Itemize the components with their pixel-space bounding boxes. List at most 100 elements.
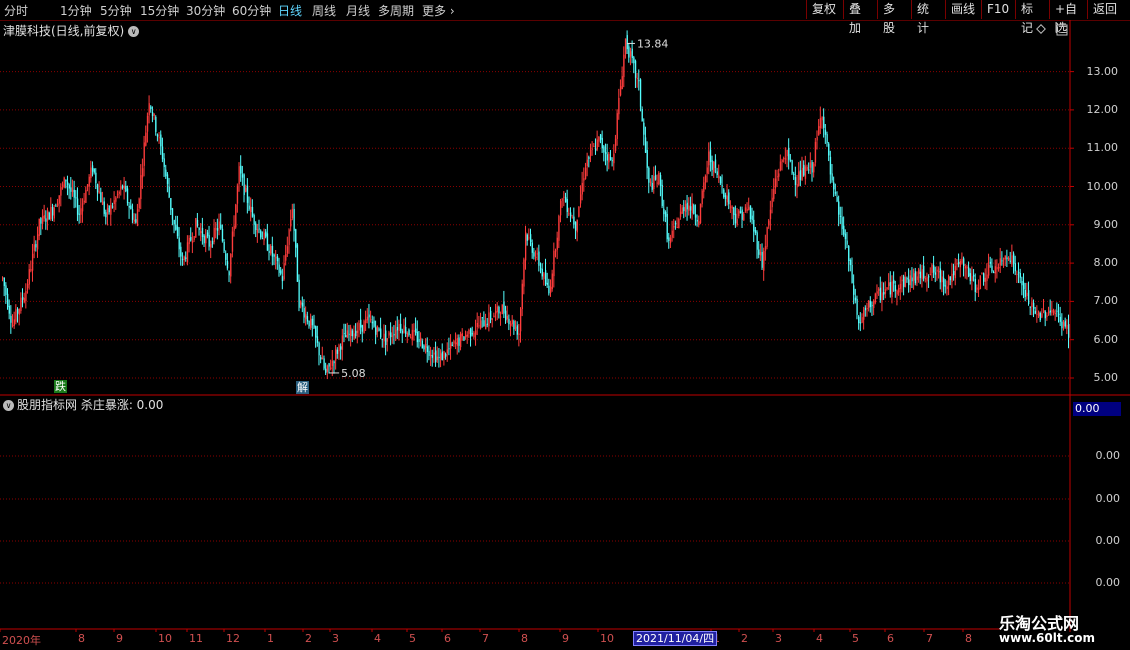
candle-body (596, 139, 598, 150)
tab-multi-period[interactable]: 多周期 (378, 2, 414, 19)
date-axis-label: 5 (852, 632, 859, 645)
candle-body (726, 195, 728, 203)
candle-body (495, 311, 497, 314)
chevron-down-icon[interactable]: ∨ (3, 400, 14, 411)
draw-line-button[interactable]: 画线 (945, 0, 981, 19)
candle-body (1013, 253, 1015, 264)
candle-body (185, 257, 187, 260)
candle-body (313, 325, 315, 328)
candle-body (1041, 313, 1043, 318)
candle-body (684, 203, 687, 212)
candle-body (471, 333, 474, 335)
back-button[interactable]: 返回 (1087, 0, 1123, 19)
candle-body (728, 192, 730, 205)
tab-weekly[interactable]: 周线 (312, 2, 336, 19)
candle-body (356, 330, 359, 333)
mark-button[interactable]: 标记 (1015, 0, 1049, 35)
candle-body (421, 340, 424, 349)
candle-body (93, 168, 95, 173)
candle-body (448, 348, 450, 350)
candle-body (973, 274, 975, 277)
candle-body (609, 157, 612, 161)
candle-body (263, 232, 265, 241)
candle-body (383, 333, 385, 342)
candle-body (235, 204, 237, 228)
candle-body (971, 276, 973, 281)
candle-body (463, 336, 465, 341)
candle-body (1006, 257, 1008, 260)
candle-body (206, 232, 209, 237)
candle-body (161, 146, 164, 160)
indicator-title[interactable]: ∨ 股朋指标网 杀庄暴涨: 0.00 (3, 396, 163, 413)
add-watchlist-button[interactable]: +自选 (1049, 0, 1087, 35)
candle-body (296, 244, 299, 282)
layout-icon (1056, 24, 1068, 36)
candle-body (220, 224, 222, 229)
candle-body (879, 287, 882, 301)
candle-body (341, 335, 344, 350)
tab-daily[interactable]: 日线 (278, 2, 302, 19)
statistics-button[interactable]: 统计 (911, 0, 945, 35)
f10-button[interactable]: F10 (981, 0, 1015, 19)
tab-monthly[interactable]: 月线 (346, 2, 370, 19)
period-toolbar: 分时 1分钟 5分钟 15分钟 30分钟 60分钟 日线 周线 月线 多周期 更… (0, 0, 1130, 35)
candle-body (791, 160, 793, 174)
tab-30min[interactable]: 30分钟 (186, 2, 225, 19)
candle-body (896, 290, 898, 295)
candle-body (266, 233, 269, 251)
candle-body (16, 308, 19, 314)
tab-5min[interactable]: 5分钟 (100, 2, 132, 19)
candle-body (779, 161, 782, 171)
price-axis-label: 12.00 (1086, 102, 1119, 116)
candle-body (283, 263, 285, 280)
candle-body (926, 277, 928, 282)
tab-60min[interactable]: 60分钟 (232, 2, 271, 19)
candle-body (953, 270, 955, 276)
candle-body (541, 268, 543, 277)
candle-body (1016, 273, 1018, 275)
candle-body (18, 309, 20, 315)
candle-body (378, 328, 380, 331)
tab-15min[interactable]: 15分钟 (140, 2, 179, 19)
candle-body (460, 333, 462, 348)
candle-body (696, 219, 698, 222)
candle-body (293, 209, 295, 231)
tab-more[interactable]: 更多 › (422, 2, 455, 19)
tab-intraday[interactable]: 分时 (4, 2, 28, 19)
candle-body (1059, 316, 1061, 322)
candle-body (198, 228, 200, 230)
rights-adjust-button[interactable]: 复权 (806, 0, 843, 19)
candle-body (380, 328, 382, 338)
candle-body (1036, 313, 1038, 315)
price-axis-label: 10.00 (1086, 179, 1119, 193)
overlay-button[interactable]: 叠加 (843, 0, 877, 35)
chevron-down-icon[interactable]: ∨ (128, 26, 140, 37)
candle-body (869, 300, 872, 307)
kline-chart[interactable]: 13.84 5.08 (0, 20, 1130, 632)
main-chart-title[interactable]: 津膜科技(日线,前复权) ∨ (3, 22, 140, 39)
candle-body (956, 263, 958, 265)
candle-body (643, 122, 645, 135)
candle-body (618, 97, 620, 115)
candle-body (889, 282, 892, 295)
tab-1min[interactable]: 1分钟 (60, 2, 92, 19)
candle-body (201, 228, 204, 238)
candle-body (438, 356, 440, 358)
candle-body (2, 277, 4, 279)
candle-body (904, 277, 907, 287)
candle-body (261, 238, 264, 240)
candle-body (756, 232, 758, 250)
candle-body (271, 245, 274, 257)
candle-body (1054, 313, 1056, 315)
candle-body (699, 204, 702, 223)
candle-body (639, 79, 642, 107)
date-axis-label: 8 (521, 632, 528, 645)
candle-body (658, 172, 660, 185)
candle-body (188, 237, 190, 245)
candle-body (275, 257, 277, 259)
candle-body (408, 329, 410, 335)
candle-body (708, 151, 710, 166)
date-axis: 2020年891011121234567891012345678 (0, 632, 1000, 647)
multi-stock-button[interactable]: 多股 (877, 0, 911, 35)
candle-body (989, 261, 992, 264)
